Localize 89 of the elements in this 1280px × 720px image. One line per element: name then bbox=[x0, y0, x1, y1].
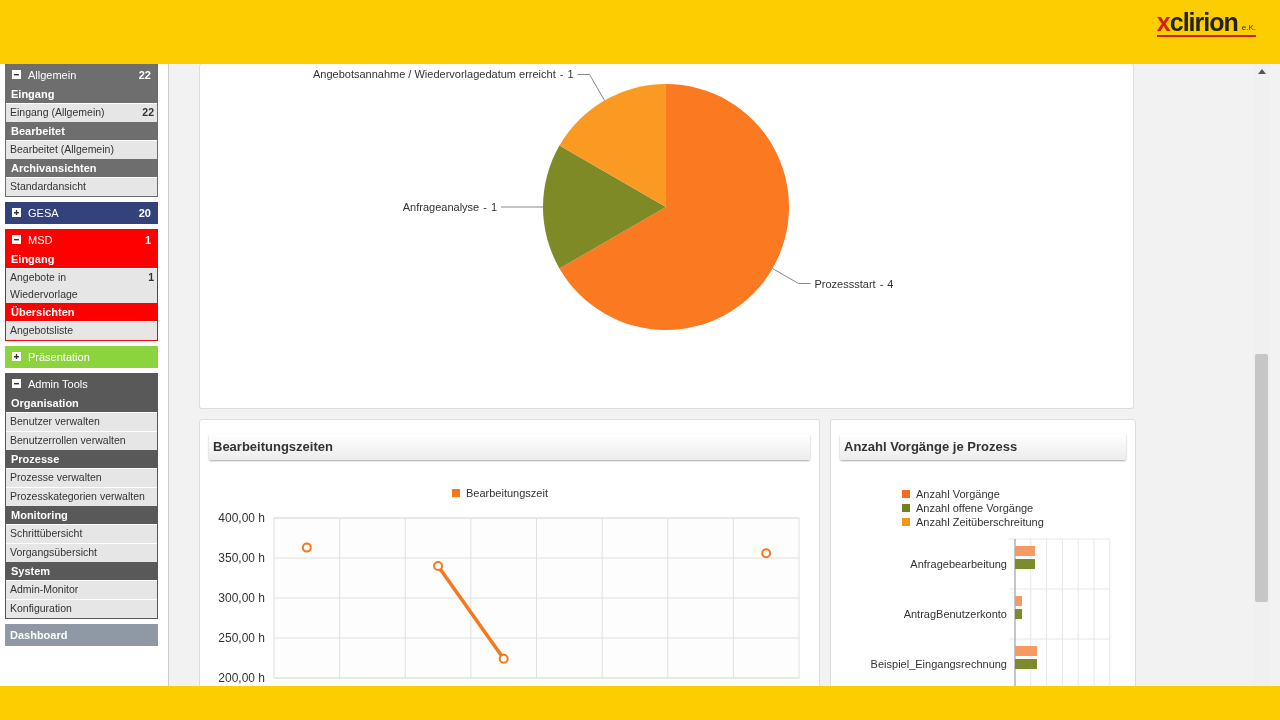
sidebar-item[interactable]: Angebote in Wiedervorlage 1 bbox=[6, 268, 157, 303]
group-title: GESA bbox=[28, 206, 60, 219]
item-label: Angebotsliste bbox=[10, 323, 75, 338]
item-label: Prozesskategorien verwalten bbox=[10, 489, 146, 504]
data-point bbox=[761, 548, 772, 559]
sidebar-item[interactable]: Bearbeitet (Allgemein) bbox=[6, 140, 157, 159]
sidebar-item[interactable]: Eingang (Allgemein) 22 bbox=[6, 103, 157, 122]
data-point bbox=[301, 542, 312, 553]
logo-suffix: e.K. bbox=[1241, 22, 1256, 32]
section-header: System bbox=[6, 562, 157, 580]
section-header: Übersichten bbox=[6, 303, 157, 321]
item-label: Bearbeitet (Allgemein) bbox=[10, 142, 115, 157]
axis-tick-label: 200,00 h bbox=[218, 671, 265, 685]
group-title: Admin Tools bbox=[28, 377, 89, 390]
panel-title: Anzahl Vorgänge je Prozess bbox=[840, 434, 1126, 460]
group-title: Dashboard bbox=[10, 628, 69, 641]
axis-tick-label: 300,00 h bbox=[218, 591, 265, 605]
section-header: Prozesse bbox=[6, 450, 157, 468]
collapse-icon[interactable] bbox=[12, 235, 21, 244]
slice-label: Angebotsannahme / Wiedervorlagedatum erreicht - 1 bbox=[312, 68, 574, 81]
category-label: Beispiel_Eingangsrechnung bbox=[870, 658, 1007, 670]
item-label: Benutzerrollen verwalten bbox=[10, 433, 127, 448]
sidebar-item[interactable]: Benutzerrollen verwalten bbox=[6, 431, 157, 450]
section-header: Bearbeitet bbox=[6, 122, 157, 140]
group-title: MSD bbox=[28, 233, 54, 246]
group-count: 22 bbox=[138, 68, 151, 81]
bar bbox=[1015, 609, 1022, 619]
legend-entry: Anzahl offene Vorgänge bbox=[902, 502, 1034, 514]
category-label: Anfragebearbeitung bbox=[910, 558, 1007, 570]
chart-legend: Bearbeitungszeit bbox=[452, 487, 548, 499]
axis-tick-label: 400,00 h bbox=[218, 511, 265, 525]
slice-label: Prozessstart - 4 bbox=[814, 277, 894, 290]
section-header: Eingang bbox=[6, 250, 157, 268]
sidebar-item[interactable]: Standardansicht bbox=[6, 177, 157, 196]
item-label: Vorgangsübersicht bbox=[10, 545, 98, 560]
group-header[interactable]: GESA 20 bbox=[6, 202, 157, 223]
sidebar-item[interactable]: Admin-Monitor bbox=[6, 580, 157, 599]
item-label: Standardansicht bbox=[10, 179, 87, 194]
data-point bbox=[498, 653, 509, 664]
item-label: Admin-Monitor bbox=[10, 582, 80, 597]
legend-entry: Anzahl Vorgänge bbox=[902, 488, 1000, 500]
item-label: Prozesse verwalten bbox=[10, 470, 103, 485]
sidebar-item[interactable]: Benutzer verwalten bbox=[6, 412, 157, 431]
group-header[interactable]: MSD 1 bbox=[6, 229, 157, 250]
section-header: Organisation bbox=[6, 394, 157, 412]
item-count: 1 bbox=[147, 270, 154, 285]
expand-icon[interactable] bbox=[12, 352, 21, 361]
item-label: Konfiguration bbox=[10, 601, 73, 616]
bar bbox=[1015, 546, 1035, 556]
axis-tick-label: 250,00 h bbox=[218, 631, 265, 645]
scroll-up-arrow-icon[interactable] bbox=[1257, 69, 1266, 74]
item-label: Eingang (Allgemein) bbox=[10, 105, 106, 120]
data-point bbox=[433, 561, 444, 571]
legend-entry: Anzahl Zeitüberschreitung bbox=[902, 516, 1044, 528]
section-header: Monitoring bbox=[6, 506, 157, 524]
leader-line bbox=[577, 74, 605, 101]
leader-line bbox=[772, 268, 811, 284]
collapse-icon[interactable] bbox=[12, 70, 21, 79]
group-title: Allgemein bbox=[28, 68, 78, 81]
slice-label: Anfrageanalyse - 1 bbox=[402, 201, 497, 213]
section-header: Archivansichten bbox=[6, 159, 157, 177]
bar bbox=[1015, 596, 1022, 606]
sidebar-item[interactable]: Schrittübersicht bbox=[6, 524, 157, 543]
category-label: AntragBenutzerkonto bbox=[903, 608, 1007, 620]
item-label: Angebote in Wiedervorlage bbox=[10, 270, 79, 302]
collapse-icon[interactable] bbox=[12, 379, 21, 388]
bar bbox=[1015, 659, 1037, 669]
sidebar-item[interactable]: Prozesse verwalten bbox=[6, 468, 157, 487]
group-header[interactable]: Allgemein 22 bbox=[6, 64, 157, 85]
expand-icon[interactable] bbox=[12, 208, 21, 217]
bar bbox=[1015, 646, 1037, 656]
group-title: Präsentation bbox=[28, 350, 91, 363]
section-header: Eingang bbox=[6, 85, 157, 103]
sidebar-item[interactable]: Angebotsliste bbox=[6, 321, 157, 340]
sidebar-item[interactable]: Konfiguration bbox=[6, 599, 157, 618]
group-count: 20 bbox=[138, 206, 151, 219]
item-count: 22 bbox=[141, 105, 154, 120]
group-header[interactable]: Admin Tools bbox=[6, 373, 157, 394]
leader-line bbox=[500, 206, 544, 208]
sidebar-item[interactable]: Prozesskategorien verwalten bbox=[6, 487, 157, 506]
axis-tick-label: 350,00 h bbox=[218, 551, 265, 565]
panel-title: Bearbeitungszeiten bbox=[209, 434, 810, 460]
item-label: Schrittübersicht bbox=[10, 526, 84, 541]
bar bbox=[1015, 559, 1035, 569]
sidebar-item[interactable]: Vorgangsübersicht bbox=[6, 543, 157, 562]
group-count: 1 bbox=[144, 233, 151, 246]
logo-text: xclirion bbox=[1156, 9, 1238, 34]
scrollbar-thumb[interactable] bbox=[1255, 354, 1268, 602]
item-label: Benutzer verwalten bbox=[10, 414, 101, 429]
